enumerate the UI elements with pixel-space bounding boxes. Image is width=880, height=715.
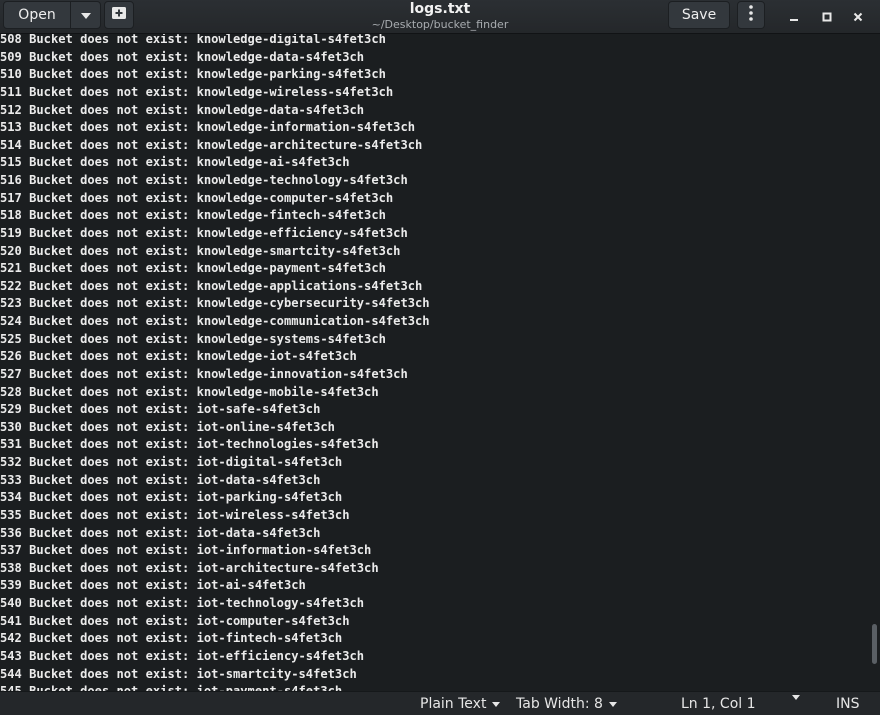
log-line: 542 Bucket does not exist: iot-fintech-s… xyxy=(0,631,343,646)
log-line: 509 Bucket does not exist: knowledge-dat… xyxy=(0,49,365,64)
log-line: 536 Bucket does not exist: iot-data-s4fe… xyxy=(0,525,321,540)
header-bar: Open logs.txt ~/Desktop/bucket_finder Sa… xyxy=(0,0,880,34)
log-line: 531 Bucket does not exist: iot-technolog… xyxy=(0,437,379,452)
log-line: 508 Bucket does not exist: knowledge-dig… xyxy=(0,34,386,46)
log-line: 524 Bucket does not exist: knowledge-com… xyxy=(0,314,430,328)
hamburger-menu-button[interactable] xyxy=(737,1,765,29)
new-document-icon xyxy=(111,6,127,24)
close-button[interactable] xyxy=(847,5,869,27)
cursor-position-label: Ln 1, Col 1 xyxy=(681,696,756,712)
chevron-down-icon xyxy=(80,7,91,23)
log-line: 530 Bucket does not exist: iot-online-s4… xyxy=(0,419,335,434)
insert-mode-label: INS xyxy=(836,696,860,712)
log-line: 515 Bucket does not exist: knowledge-ai-… xyxy=(0,155,350,170)
minimize-button[interactable] xyxy=(783,5,805,27)
log-line: 529 Bucket does not exist: iot-safe-s4fe… xyxy=(0,402,321,417)
open-menu-button[interactable] xyxy=(70,1,101,29)
close-icon xyxy=(853,7,863,26)
log-lines: 508 Bucket does not exist: knowledge-dig… xyxy=(0,34,430,691)
save-button[interactable]: Save xyxy=(668,1,730,29)
status-bar: Plain Text Tab Width: 8 Ln 1, Col 1 INS xyxy=(0,691,880,715)
open-button-label: Open xyxy=(18,7,56,23)
language-selector[interactable]: Plain Text xyxy=(420,695,501,713)
log-line: 514 Bucket does not exist: knowledge-arc… xyxy=(0,137,423,152)
vertical-scrollbar[interactable] xyxy=(872,624,877,664)
position-dropdown[interactable] xyxy=(792,695,800,700)
log-line: 537 Bucket does not exist: iot-informati… xyxy=(0,543,372,558)
chevron-down-icon xyxy=(792,695,800,700)
maximize-button[interactable] xyxy=(816,5,838,27)
log-line: 539 Bucket does not exist: iot-ai-s4fet3… xyxy=(0,578,306,593)
log-line: 543 Bucket does not exist: iot-efficienc… xyxy=(0,648,365,663)
log-line: 525 Bucket does not exist: knowledge-sys… xyxy=(0,331,386,346)
log-line: 532 Bucket does not exist: iot-digital-s… xyxy=(0,455,343,469)
language-label: Plain Text xyxy=(420,696,487,712)
vertical-dots-menu-icon xyxy=(749,5,753,25)
log-line: 521 Bucket does not exist: knowledge-pay… xyxy=(0,261,386,276)
log-line: 538 Bucket does not exist: iot-architect… xyxy=(0,560,379,575)
minimize-icon xyxy=(789,7,799,26)
log-line: 522 Bucket does not exist: knowledge-app… xyxy=(0,278,423,293)
log-line: 518 Bucket does not exist: knowledge-fin… xyxy=(0,208,386,223)
insert-mode-indicator[interactable]: INS xyxy=(836,695,860,713)
cursor-position[interactable]: Ln 1, Col 1 xyxy=(681,695,756,713)
open-button[interactable]: Open xyxy=(3,1,71,29)
log-line: 520 Bucket does not exist: knowledge-sma… xyxy=(0,243,401,258)
log-line: 523 Bucket does not exist: knowledge-cyb… xyxy=(0,296,430,311)
log-line: 516 Bucket does not exist: knowledge-tec… xyxy=(0,173,408,187)
new-tab-button[interactable] xyxy=(104,1,134,29)
tab-width-selector[interactable]: Tab Width: 8 xyxy=(516,695,617,713)
text-editor-area[interactable]: 508 Bucket does not exist: knowledge-dig… xyxy=(0,34,880,691)
log-line: 533 Bucket does not exist: iot-data-s4fe… xyxy=(0,472,321,487)
log-line: 540 Bucket does not exist: iot-technolog… xyxy=(0,596,365,610)
tab-width-label: Tab Width: 8 xyxy=(516,696,603,712)
chevron-down-icon xyxy=(492,701,501,707)
log-line: 511 Bucket does not exist: knowledge-wir… xyxy=(0,84,394,99)
log-line: 528 Bucket does not exist: knowledge-mob… xyxy=(0,384,379,399)
log-line: 526 Bucket does not exist: knowledge-iot… xyxy=(0,349,357,364)
log-line: 517 Bucket does not exist: knowledge-com… xyxy=(0,190,394,205)
maximize-icon xyxy=(822,7,832,26)
save-button-label: Save xyxy=(681,7,717,23)
chevron-down-icon xyxy=(608,701,617,707)
log-line: 544 Bucket does not exist: iot-smartcity… xyxy=(0,666,357,681)
log-line: 534 Bucket does not exist: iot-parking-s… xyxy=(0,490,343,505)
log-line: 513 Bucket does not exist: knowledge-inf… xyxy=(0,120,416,135)
log-line: 541 Bucket does not exist: iot-computer-… xyxy=(0,613,350,628)
window-subtitle: ~/Desktop/bucket_finder xyxy=(371,18,509,31)
window-title: logs.txt xyxy=(409,1,471,17)
log-line: 512 Bucket does not exist: knowledge-dat… xyxy=(0,102,365,117)
log-line: 510 Bucket does not exist: knowledge-par… xyxy=(0,67,386,82)
log-line: 519 Bucket does not exist: knowledge-eff… xyxy=(0,225,408,240)
log-line: 545 Bucket does not exist: iot-payment-s… xyxy=(0,683,430,691)
log-line: 535 Bucket does not exist: iot-wireless-… xyxy=(0,507,350,522)
log-line: 527 Bucket does not exist: knowledge-inn… xyxy=(0,366,408,381)
